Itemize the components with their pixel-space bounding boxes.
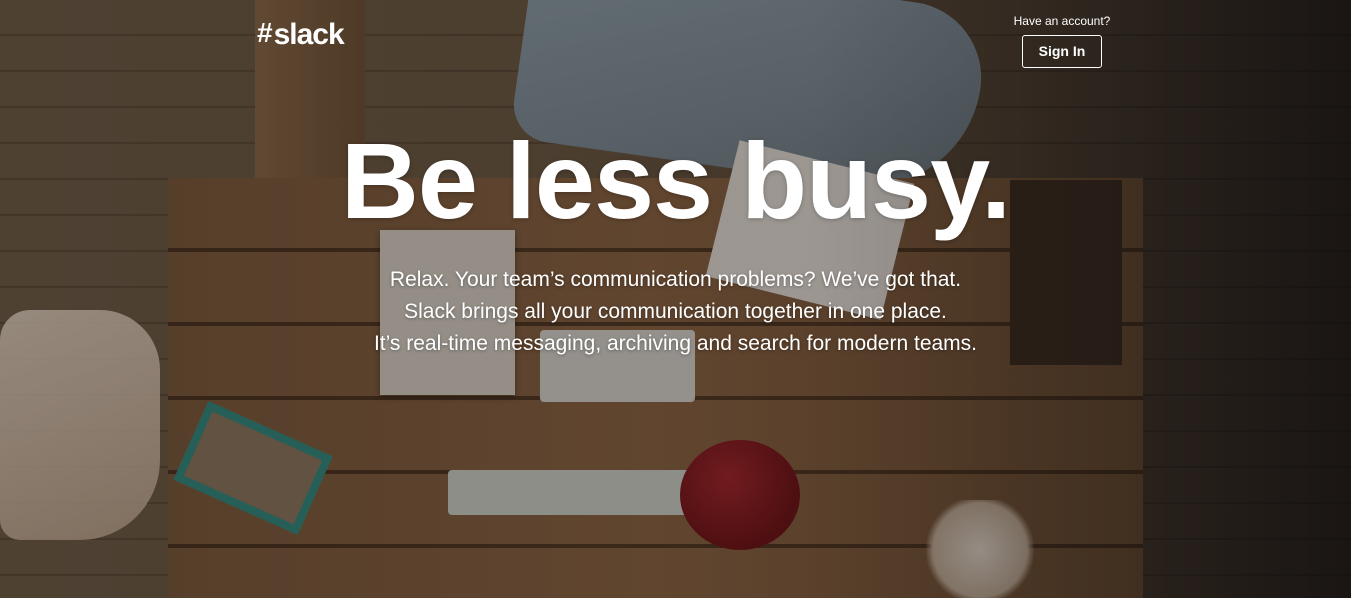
slack-logo-link[interactable]: # slack <box>257 17 345 51</box>
tagline-line: Slack brings all your communication toge… <box>404 300 947 323</box>
hero-tagline: Relax. Your team’s communication problem… <box>0 264 1351 360</box>
tagline-line: It’s real-time messaging, archiving and … <box>373 332 978 355</box>
hero-headline: Be less busy. <box>340 120 1011 241</box>
account-prompt: Have an account? <box>1013 14 1111 28</box>
sign-in-button[interactable]: Sign In <box>1022 35 1102 68</box>
tagline-line: Relax. Your team’s communication problem… <box>389 268 962 291</box>
slack-hash-logo-icon: # <box>257 17 273 48</box>
logo-wordmark: slack <box>273 18 345 51</box>
hero-section: # slack Have an account? Sign In Be less… <box>0 0 1351 598</box>
account-area: Have an account? Sign In <box>1010 13 1114 68</box>
